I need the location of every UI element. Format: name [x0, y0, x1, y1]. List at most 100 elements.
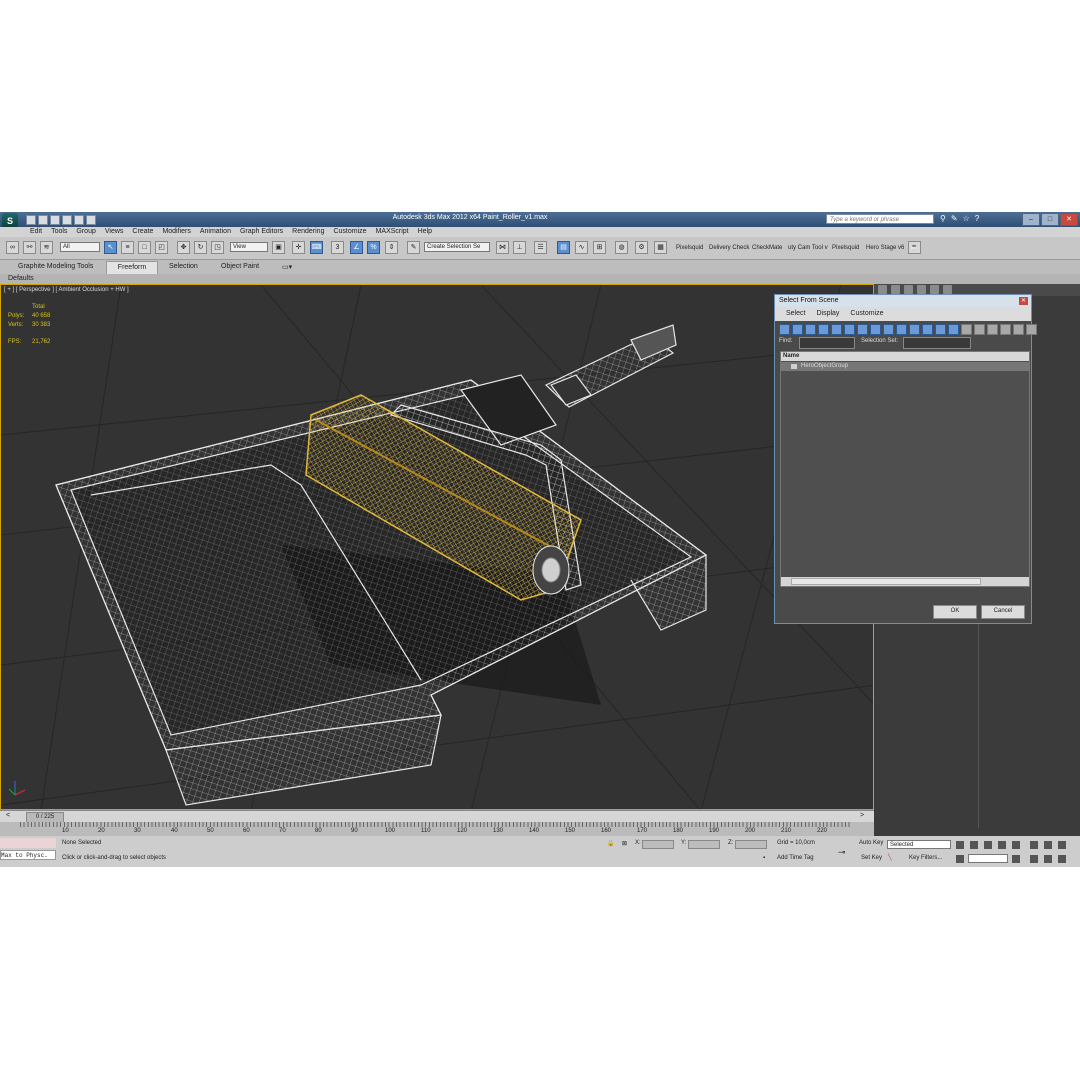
dialog-menu-select[interactable]: Select — [786, 307, 805, 321]
reference-coordinate-dropdown[interactable]: View — [230, 242, 268, 252]
tab-selection[interactable]: Selection — [169, 263, 198, 270]
zoom-icon[interactable] — [1030, 841, 1038, 849]
display-xrefs-icon[interactable] — [870, 324, 881, 335]
display-space-warps-icon[interactable] — [844, 324, 855, 335]
menu-edit[interactable]: Edit — [30, 227, 42, 237]
scale-icon[interactable]: ◳ — [211, 241, 224, 254]
wrench-icon[interactable]: ✎ — [951, 214, 958, 223]
percent-snap-icon[interactable]: % — [367, 241, 380, 254]
plugin-delivery-check[interactable]: Delivery Check — [709, 245, 749, 251]
find-input[interactable] — [799, 337, 855, 349]
tab-object-paint[interactable]: Object Paint — [221, 263, 259, 270]
add-time-tag[interactable]: Add Time Tag — [777, 855, 814, 861]
time-configuration-icon[interactable] — [1012, 855, 1020, 863]
menu-customize[interactable]: Customize — [333, 227, 366, 237]
minimize-button[interactable]: – — [1022, 213, 1040, 226]
maximize-button[interactable]: □ — [1041, 213, 1059, 226]
field-of-view-icon[interactable] — [1030, 855, 1038, 863]
pan-icon[interactable] — [1044, 855, 1052, 863]
select-invert-icon[interactable] — [948, 324, 959, 335]
dialog-title-bar[interactable]: Select From Scene ✕ — [775, 295, 1031, 307]
dialog-close-button[interactable]: ✕ — [1019, 297, 1028, 305]
plugin-pixelsquid-1[interactable]: Pixelsquid — [676, 245, 703, 251]
display-tab-icon[interactable] — [930, 285, 939, 294]
x-coordinate-field[interactable] — [642, 840, 674, 849]
maxscript-listener-top[interactable] — [0, 838, 56, 848]
display-geometry-icon[interactable] — [779, 324, 790, 335]
key-set-dropdown[interactable]: Selected — [887, 840, 951, 849]
display-shapes-icon[interactable] — [792, 324, 803, 335]
play-icon[interactable] — [984, 841, 992, 849]
ok-button[interactable]: OK — [933, 605, 977, 619]
display-frozen-icon[interactable] — [909, 324, 920, 335]
horizontal-scrollbar[interactable] — [781, 577, 1029, 586]
unlink-icon[interactable]: ⚯ — [23, 241, 36, 254]
display-children-icon[interactable] — [961, 324, 972, 335]
display-bones-icon[interactable] — [883, 324, 894, 335]
maxscript-listener-input[interactable]: Max to Physc. — [0, 850, 56, 860]
close-button[interactable]: ✕ — [1060, 213, 1078, 226]
perspective-viewport[interactable]: [ + ] [ Perspective ] [ Ambient Occlusio… — [0, 284, 874, 810]
filter-icon[interactable] — [1013, 324, 1024, 335]
display-groups-icon[interactable] — [857, 324, 868, 335]
set-key-icon[interactable]: ╲ — [888, 854, 892, 861]
list-item[interactable]: HeroObjectGroup — [781, 362, 1029, 371]
scene-object-list[interactable]: Name HeroObjectGroup — [780, 351, 1030, 587]
keyboard-shortcut-override-icon[interactable]: ⌨ — [310, 241, 323, 254]
bind-space-warp-icon[interactable]: ≋ — [40, 241, 53, 254]
help-icon[interactable]: ? — [975, 214, 979, 223]
select-none-icon[interactable] — [935, 324, 946, 335]
name-column-header[interactable]: Name — [781, 352, 1029, 361]
select-by-name-icon[interactable]: ≡ — [121, 241, 134, 254]
zoom-all-icon[interactable] — [1044, 841, 1052, 849]
selection-filter-dropdown[interactable]: All — [60, 242, 100, 252]
move-icon[interactable]: ✥ — [177, 241, 190, 254]
menu-views[interactable]: Views — [105, 227, 124, 237]
menu-graph-editors[interactable]: Graph Editors — [240, 227, 283, 237]
motion-tab-icon[interactable] — [917, 285, 926, 294]
orbit-icon[interactable] — [1058, 855, 1066, 863]
key-filters-button[interactable]: Key Filters... — [909, 855, 942, 861]
menu-tools[interactable]: Tools — [51, 227, 67, 237]
defaults-label[interactable]: Defaults — [8, 275, 34, 282]
plugin-hero-stage[interactable]: Hero Stage v6 — [866, 245, 904, 251]
pivot-center-icon[interactable]: ▣ — [272, 241, 285, 254]
search-input[interactable]: Type a keyword or phrase — [826, 214, 934, 224]
plugin-checkmate[interactable]: CheckMate — [752, 245, 782, 251]
menu-modifiers[interactable]: Modifiers — [162, 227, 190, 237]
menu-maxscript[interactable]: MAXScript — [376, 227, 409, 237]
selection-set-dropdown[interactable] — [903, 337, 971, 349]
menu-rendering[interactable]: Rendering — [292, 227, 324, 237]
layer-manager-icon[interactable]: ☰ — [534, 241, 547, 254]
auto-key-button[interactable]: Auto Key — [859, 840, 883, 846]
dialog-menu-customize[interactable]: Customize — [850, 307, 883, 321]
display-cameras-icon[interactable] — [818, 324, 829, 335]
binoculars-icon[interactable]: ⚲ — [940, 214, 946, 223]
snaps-toggle-icon[interactable]: 3 — [331, 241, 344, 254]
star-icon[interactable]: ☆ — [963, 214, 970, 223]
display-lights-icon[interactable] — [805, 324, 816, 335]
set-key-button[interactable]: Set Key — [861, 855, 882, 861]
filter-options-icon[interactable] — [1026, 324, 1037, 335]
teapot-render-icon[interactable]: ☕ — [908, 241, 921, 254]
ribbon-options-icon[interactable]: ▭▾ — [282, 263, 292, 271]
window-crossing-icon[interactable]: ◰ — [155, 241, 168, 254]
track-bar[interactable]: 10 20 30 40 50 60 70 80 90 100 110 120 1… — [0, 822, 874, 836]
tab-graphite-modeling-tools[interactable]: Graphite Modeling Tools — [18, 263, 93, 270]
menu-group[interactable]: Group — [76, 227, 95, 237]
rectangular-selection-icon[interactable]: □ — [138, 241, 151, 254]
current-frame-field[interactable] — [968, 854, 1008, 863]
previous-frame-icon[interactable] — [970, 841, 978, 849]
dialog-menu-display[interactable]: Display — [816, 307, 839, 321]
render-setup-icon[interactable]: ⚙ — [635, 241, 648, 254]
graphite-ribbon-icon[interactable]: ▤ — [557, 241, 570, 254]
lock-selection-icon[interactable]: 🔒 — [607, 840, 614, 847]
render-frame-icon[interactable]: ▦ — [654, 241, 667, 254]
select-manipulate-icon[interactable]: ✛ — [292, 241, 305, 254]
go-to-end-icon[interactable] — [1012, 841, 1020, 849]
hierarchy-tab-icon[interactable] — [904, 285, 913, 294]
angle-snap-icon[interactable]: ∠ — [350, 241, 363, 254]
create-tab-icon[interactable] — [878, 285, 887, 294]
display-dependents-icon[interactable] — [987, 324, 998, 335]
key-icon[interactable]: ⊸ — [838, 847, 846, 858]
